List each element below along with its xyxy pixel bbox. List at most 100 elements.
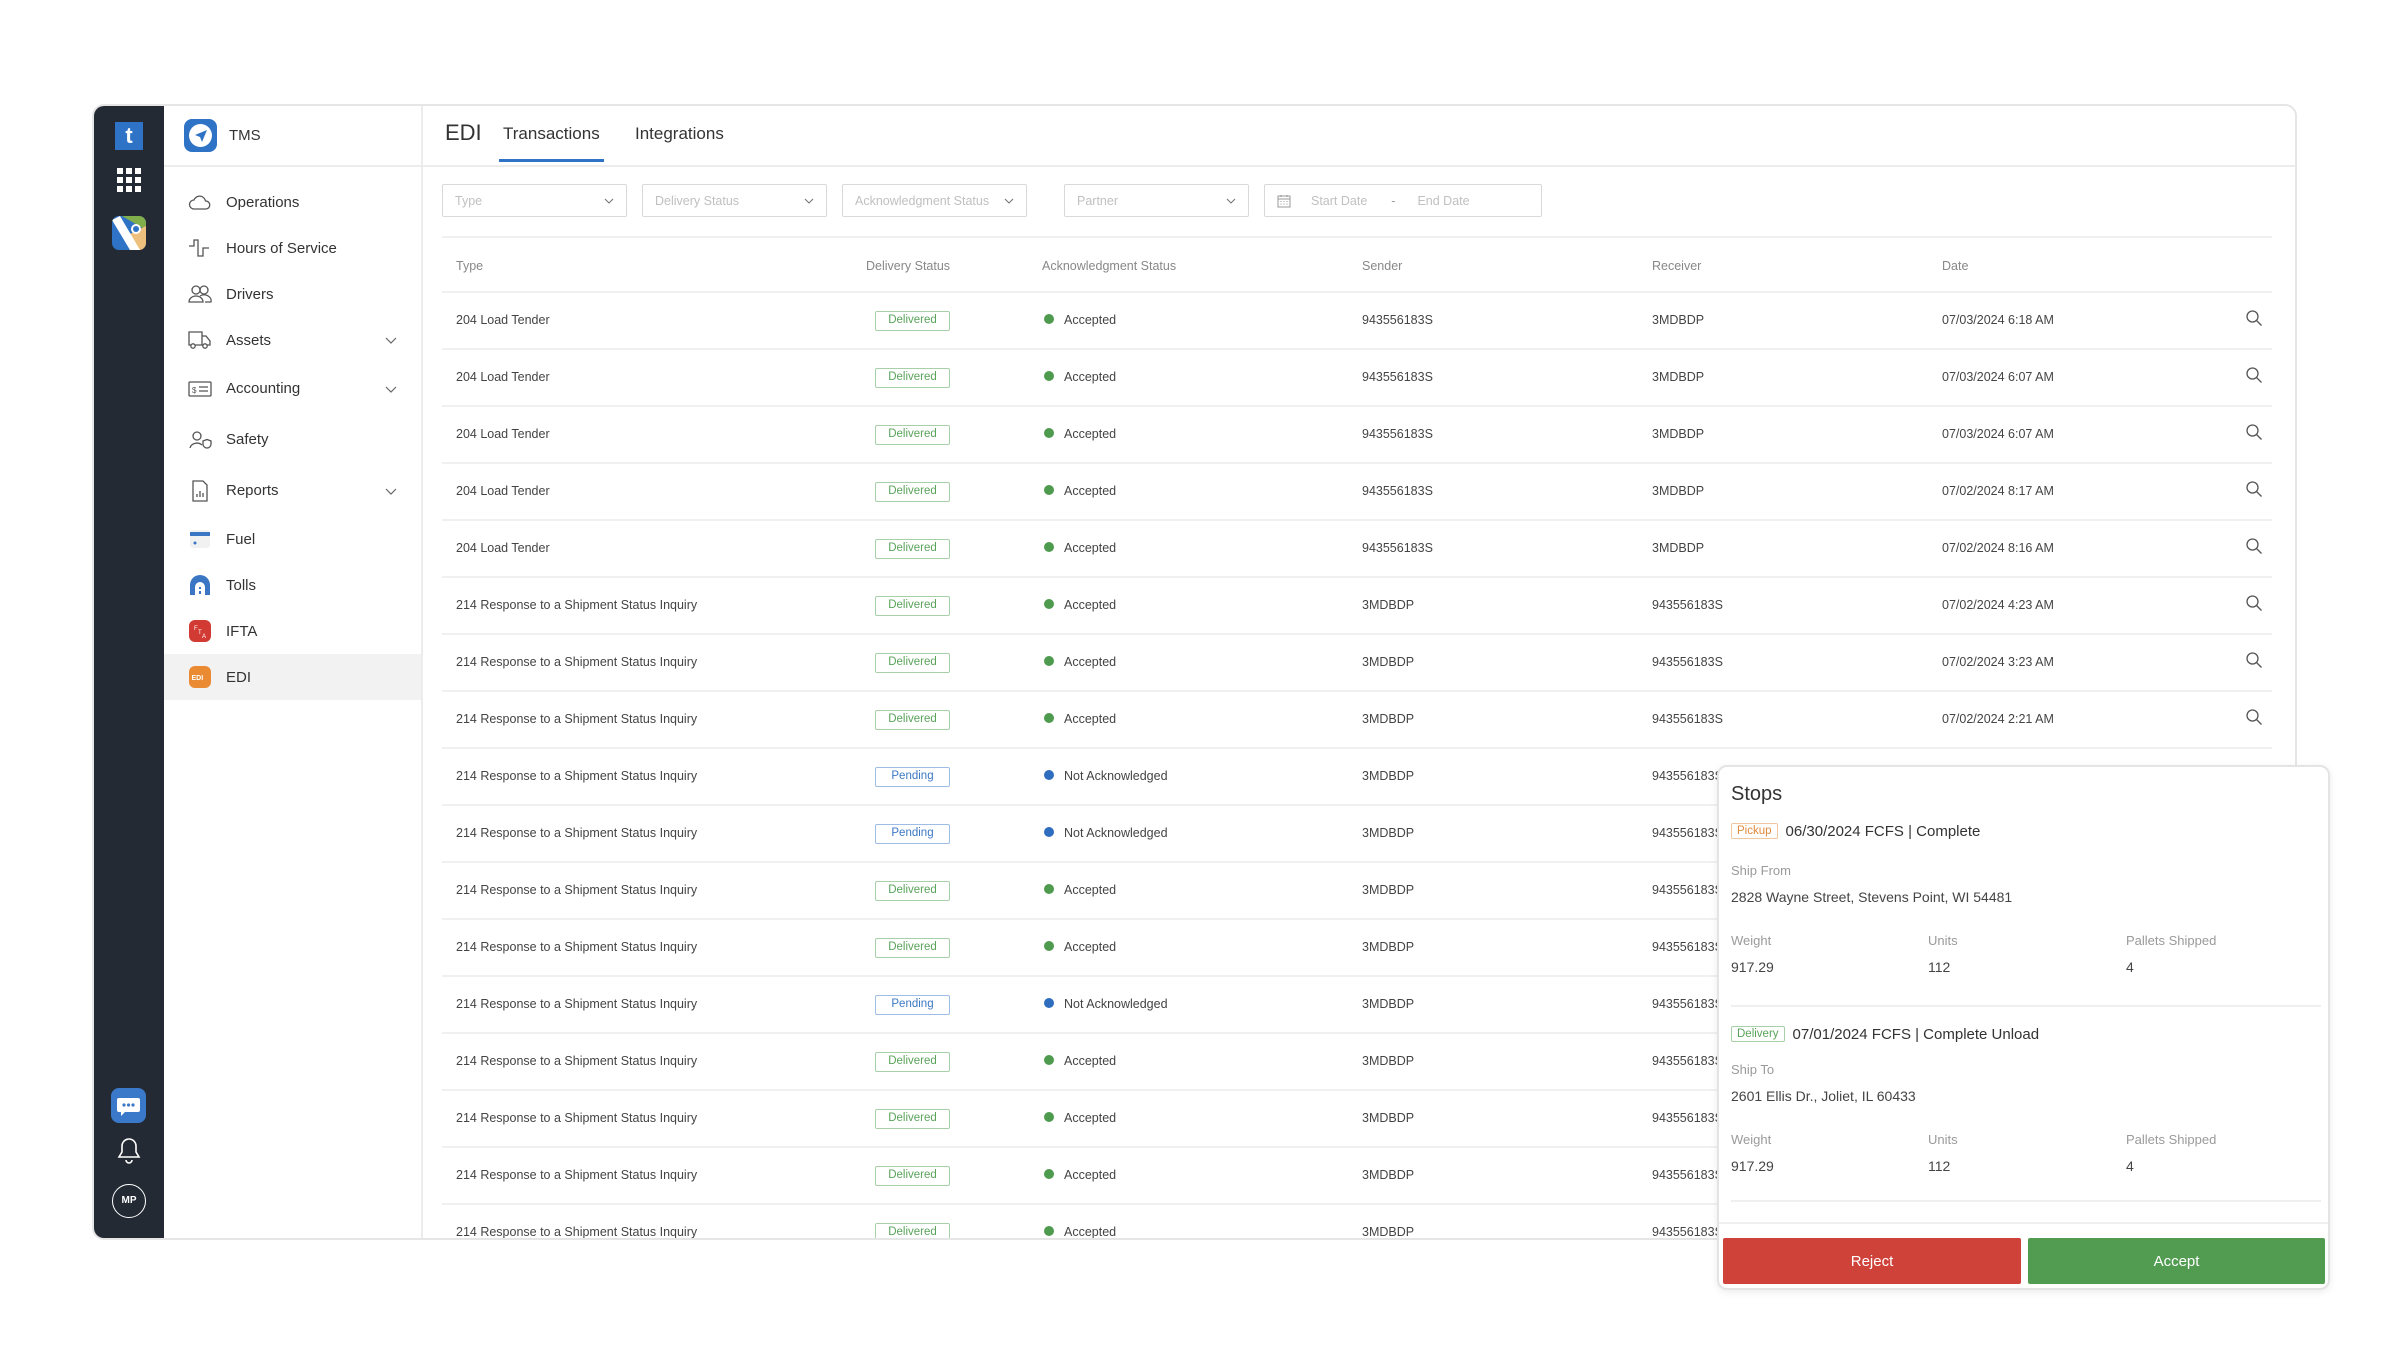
sidebar-item-safety[interactable]: Safety bbox=[164, 414, 421, 465]
date-range-picker[interactable]: Start Date - End Date bbox=[1264, 184, 1542, 217]
accept-button[interactable]: Accept bbox=[2028, 1238, 2325, 1284]
notifications-bell-icon[interactable] bbox=[115, 1136, 143, 1166]
delivery-status-badge: Delivered bbox=[875, 482, 950, 502]
cell-type: 214 Response to a Shipment Status Inquir… bbox=[456, 598, 698, 612]
cell-acknowledgment-status: Accepted bbox=[1044, 484, 1116, 498]
view-details-search-icon[interactable] bbox=[2245, 651, 2263, 672]
cell-receiver: 943556183S bbox=[1652, 655, 1723, 669]
column-header-receiver[interactable]: Receiver bbox=[1652, 259, 1701, 273]
view-details-search-icon[interactable] bbox=[2245, 537, 2263, 558]
user-avatar[interactable]: MP bbox=[112, 1184, 146, 1218]
tab-integrations[interactable]: Integrations bbox=[635, 124, 724, 144]
user-shield-icon bbox=[188, 429, 212, 451]
delivery-status-badge: Pending bbox=[875, 824, 950, 844]
table-row[interactable]: 204 Load Tender Delivered Accepted 94355618… bbox=[442, 293, 2272, 350]
table-row[interactable]: 204 Load Tender Delivered Accepted 94355618… bbox=[442, 521, 2272, 578]
maps-app-icon[interactable] bbox=[112, 216, 146, 250]
users-icon bbox=[188, 283, 212, 305]
reject-button[interactable]: Reject bbox=[1723, 1238, 2021, 1284]
stop-type-tag: Delivery bbox=[1731, 1026, 1785, 1042]
delivery-status-badge: Delivered bbox=[875, 311, 950, 331]
sidebar-item-assets[interactable]: Assets bbox=[164, 317, 421, 363]
sidebar-item-tolls[interactable]: Tolls bbox=[164, 562, 421, 608]
acknowledgment-status-filter-select[interactable]: Acknowledgment Status bbox=[842, 184, 1027, 217]
cell-type: 204 Load Tender bbox=[456, 313, 550, 327]
delivery-status-badge: Delivered bbox=[875, 1166, 950, 1186]
chat-icon[interactable] bbox=[111, 1088, 146, 1123]
chevron-down-icon bbox=[804, 198, 814, 204]
cell-date: 07/02/2024 8:17 AM bbox=[1942, 484, 2054, 498]
sidebar-item-reports[interactable]: Reports bbox=[164, 465, 421, 516]
acknowledgment-status-label: Accepted bbox=[1064, 940, 1117, 954]
weight-label: Weight bbox=[1731, 1132, 1772, 1147]
column-header-acknowledgment-status[interactable]: Acknowledgment Status bbox=[1042, 259, 1176, 273]
column-header-sender[interactable]: Sender bbox=[1362, 259, 1402, 273]
app-grid-icon[interactable] bbox=[117, 168, 141, 192]
table-header: Type Delivery Status Acknowledgment Stat… bbox=[442, 239, 2272, 293]
sidebar-item-label: Reports bbox=[226, 482, 279, 499]
view-details-search-icon[interactable] bbox=[2245, 594, 2263, 615]
sidebar-item-accounting[interactable]: $ Accounting bbox=[164, 363, 421, 414]
table-row[interactable]: 204 Load Tender Delivered Accepted 94355618… bbox=[442, 407, 2272, 464]
cell-receiver: 943556183S bbox=[1652, 712, 1723, 726]
start-date-input[interactable]: Start Date bbox=[1311, 194, 1367, 208]
cell-receiver: 943556183S bbox=[1652, 997, 1723, 1011]
column-header-date[interactable]: Date bbox=[1942, 259, 1968, 273]
acknowledgment-status-label: Accepted bbox=[1064, 541, 1117, 555]
brand-logo-icon[interactable]: t bbox=[115, 122, 143, 150]
status-dot-icon bbox=[1044, 827, 1054, 837]
acknowledgment-status-filter-placeholder: Acknowledgment Status bbox=[855, 193, 990, 208]
popup-title: Stops bbox=[1731, 783, 1783, 805]
table-row[interactable]: 214 Response to a Shipment Status Inquir… bbox=[442, 578, 2272, 635]
table-row[interactable]: 214 Response to a Shipment Status Inquir… bbox=[442, 692, 2272, 749]
cell-date: 07/03/2024 6:07 AM bbox=[1942, 370, 2054, 384]
pallets-value: 4 bbox=[2126, 1158, 2134, 1174]
delivery-status-filter-select[interactable]: Delivery Status bbox=[642, 184, 827, 217]
partner-filter-select[interactable]: Partner bbox=[1064, 184, 1249, 217]
table-row[interactable]: 214 Response to a Shipment Status Inquir… bbox=[442, 635, 2272, 692]
end-date-input[interactable]: End Date bbox=[1417, 194, 1469, 208]
sidebar-item-ifta[interactable]: FTA IFTA bbox=[164, 608, 421, 654]
acknowledgment-status-label: Accepted bbox=[1064, 370, 1117, 384]
delivery-status-badge: Delivered bbox=[875, 539, 950, 559]
column-header-delivery-status[interactable]: Delivery Status bbox=[866, 259, 950, 273]
sidebar-item-edi[interactable]: EDI EDI bbox=[164, 654, 421, 700]
cell-receiver: 3MDBDP bbox=[1652, 313, 1705, 327]
delivery-status-badge: Delivered bbox=[875, 653, 950, 673]
cell-sender: 3MDBDP bbox=[1362, 1054, 1415, 1068]
chevron-down-icon[interactable] bbox=[385, 485, 397, 497]
sidebar-item-hours-of-service[interactable]: Hours of Service bbox=[164, 225, 421, 271]
cell-sender: 943556183S bbox=[1362, 484, 1433, 498]
stop-pickup: Pickup 06/30/2024 FCFS | Complete Ship F… bbox=[1731, 819, 2321, 1007]
cell-receiver: 3MDBDP bbox=[1652, 484, 1705, 498]
status-dot-icon bbox=[1044, 713, 1054, 723]
view-details-search-icon[interactable] bbox=[2245, 708, 2263, 729]
signal-wave-icon bbox=[188, 237, 212, 259]
status-dot-icon bbox=[1044, 656, 1054, 666]
delivery-status-label: Delivered bbox=[875, 881, 950, 901]
cell-type: 214 Response to a Shipment Status Inquir… bbox=[456, 883, 698, 897]
tab-transactions[interactable]: Transactions bbox=[499, 124, 604, 162]
view-details-search-icon[interactable] bbox=[2245, 480, 2263, 501]
delivery-status-badge: Pending bbox=[875, 767, 950, 787]
tms-navigation-icon bbox=[184, 119, 217, 152]
sidebar-item-drivers[interactable]: Drivers bbox=[164, 271, 421, 317]
sidebar-item-fuel[interactable]: Fuel bbox=[164, 516, 421, 562]
view-details-search-icon[interactable] bbox=[2245, 423, 2263, 444]
sidebar-item-label: Hours of Service bbox=[226, 239, 337, 257]
type-filter-select[interactable]: Type bbox=[442, 184, 627, 217]
app-rail: t MP bbox=[94, 106, 164, 1238]
view-details-search-icon[interactable] bbox=[2245, 366, 2263, 387]
table-row[interactable]: 204 Load Tender Delivered Accepted 94355618… bbox=[442, 464, 2272, 521]
cell-sender: 943556183S bbox=[1362, 427, 1433, 441]
pallets-label: Pallets Shipped bbox=[2126, 1132, 2217, 1147]
column-header-type[interactable]: Type bbox=[456, 259, 483, 273]
table-row[interactable]: 204 Load Tender Delivered Accepted 94355618… bbox=[442, 350, 2272, 407]
delivery-status-label: Pending bbox=[875, 995, 950, 1015]
delivery-status-label: Delivered bbox=[875, 596, 950, 616]
sidebar-item-operations[interactable]: Operations bbox=[164, 179, 421, 225]
view-details-search-icon[interactable] bbox=[2245, 309, 2263, 330]
cell-acknowledgment-status: Accepted bbox=[1044, 370, 1116, 384]
chevron-down-icon[interactable] bbox=[385, 334, 397, 346]
chevron-down-icon[interactable] bbox=[385, 383, 397, 395]
